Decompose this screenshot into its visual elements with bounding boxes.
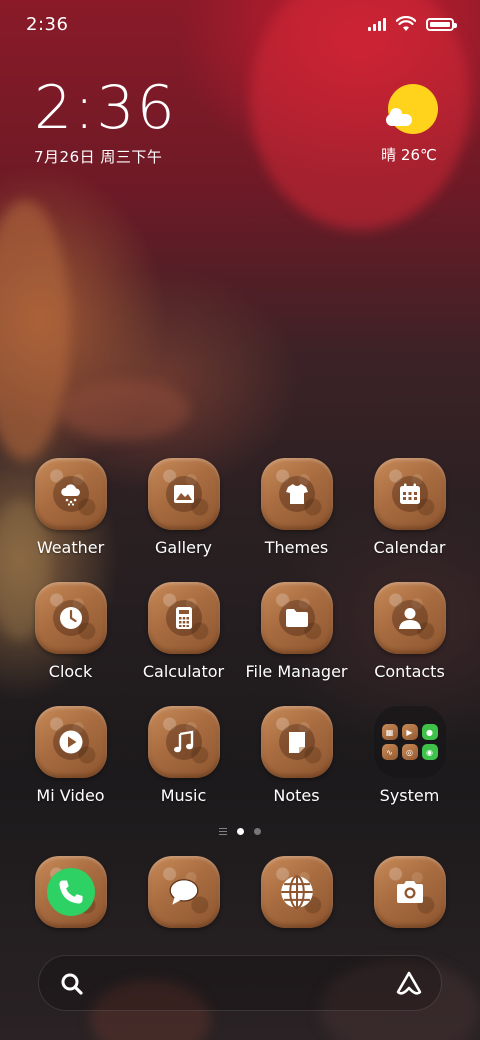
app-clock[interactable]: Clock: [14, 582, 127, 681]
app-label: Contacts: [374, 662, 445, 681]
weather-condition-temp: 晴 26℃: [381, 146, 437, 164]
app-tile: [260, 856, 333, 928]
camera-icon: [396, 881, 423, 903]
wallpaper-streak: [60, 380, 190, 440]
app-tile: [373, 582, 446, 654]
page-dot: [254, 828, 261, 835]
app-tile: [34, 582, 107, 654]
calendar-icon: [391, 476, 428, 512]
app-label: Calendar: [373, 538, 446, 557]
dock-browser[interactable]: [240, 856, 353, 928]
assistant-icon[interactable]: [395, 970, 423, 998]
app-label: Music: [160, 786, 207, 805]
app-weather[interactable]: Weather: [14, 458, 127, 557]
wallpaper-streak: [0, 200, 70, 460]
sunny-cloud-icon: [386, 84, 438, 134]
status-time: 2:36: [26, 14, 69, 35]
app-gallery[interactable]: Gallery: [127, 458, 240, 557]
mini-app-icon: ◎: [401, 744, 418, 760]
app-tile: [147, 706, 220, 778]
app-tile: [147, 458, 220, 530]
status-bar: 2:36: [0, 0, 480, 50]
play-icon: [52, 724, 89, 760]
app-themes[interactable]: Themes: [240, 458, 353, 557]
folder-icon: [278, 600, 315, 636]
search-icon[interactable]: [59, 971, 85, 997]
app-grid: Weather Gallery Themes Calendar Clock Ca…: [14, 458, 466, 830]
weather-snow-cloud-icon: [52, 476, 89, 512]
app-label: Mi Video: [36, 786, 105, 805]
app-tile: [373, 458, 446, 530]
mini-app-icon: ▶: [401, 724, 418, 740]
home-screen: 2:36 2:36 7月26日 周三下午 晴 26℃ Weather Galle…: [0, 0, 480, 1040]
app-contacts[interactable]: Contacts: [353, 582, 466, 681]
page-indicator[interactable]: [0, 828, 480, 835]
app-tile: [34, 706, 107, 778]
person-icon: [391, 600, 428, 636]
globe-icon: [280, 875, 313, 909]
image-icon: [165, 476, 202, 512]
app-system-folder[interactable]: ▦ ▶ ● ∿ ◎ ◉ System: [353, 706, 466, 805]
app-tile: [147, 582, 220, 654]
signal-icon: [368, 17, 386, 31]
mini-app-icon: ●: [421, 724, 438, 740]
dock-phone[interactable]: [14, 856, 127, 928]
app-music[interactable]: Music: [127, 706, 240, 805]
widget-date: 7月26日 周三下午: [34, 148, 163, 166]
app-calculator[interactable]: Calculator: [127, 582, 240, 681]
mini-app-icon: ∿: [381, 744, 398, 760]
tshirt-icon: [278, 476, 315, 512]
app-label: Calculator: [142, 662, 225, 681]
wifi-icon: [396, 16, 416, 31]
app-mi-video[interactable]: Mi Video: [14, 706, 127, 805]
status-icons: [368, 16, 457, 32]
app-tile: [34, 856, 107, 928]
app-label: Weather: [36, 538, 105, 557]
dock: [14, 856, 466, 928]
clock-icon: [52, 600, 89, 636]
widget-time: 2:36: [34, 73, 177, 143]
page-list-icon: [219, 828, 227, 835]
app-tile: [260, 706, 333, 778]
app-tile: [147, 856, 220, 928]
app-label: System: [379, 786, 440, 805]
app-label: Gallery: [155, 538, 212, 557]
page-dot-active: [237, 828, 244, 835]
app-tile: [260, 458, 333, 530]
app-file-manager[interactable]: File Manager: [240, 582, 353, 681]
clock-widget[interactable]: 2:36 7月26日 周三下午: [34, 76, 177, 167]
app-calendar[interactable]: Calendar: [353, 458, 466, 557]
app-label: Clock: [48, 662, 93, 681]
app-tile: [373, 856, 446, 928]
mini-app-icon: ▦: [381, 724, 398, 740]
app-tile: [34, 458, 107, 530]
weather-widget[interactable]: 晴 26℃: [374, 84, 444, 165]
app-label: Notes: [273, 786, 320, 805]
phone-icon: [58, 880, 83, 904]
note-icon: [278, 724, 315, 760]
app-notes[interactable]: Notes: [240, 706, 353, 805]
app-tile: [260, 582, 333, 654]
dock-messages[interactable]: [127, 856, 240, 928]
battery-icon: [426, 17, 457, 31]
calculator-icon: [165, 600, 202, 636]
dock-camera[interactable]: [353, 856, 466, 928]
folder-group-icon: ▦ ▶ ● ∿ ◎ ◉: [373, 706, 446, 778]
music-note-icon: [165, 724, 202, 760]
app-label: File Manager: [245, 662, 348, 681]
chat-bubble-icon: [169, 879, 198, 905]
app-label: Themes: [264, 538, 329, 557]
mini-app-icon: ◉: [421, 744, 438, 760]
search-bar[interactable]: [38, 955, 442, 1011]
